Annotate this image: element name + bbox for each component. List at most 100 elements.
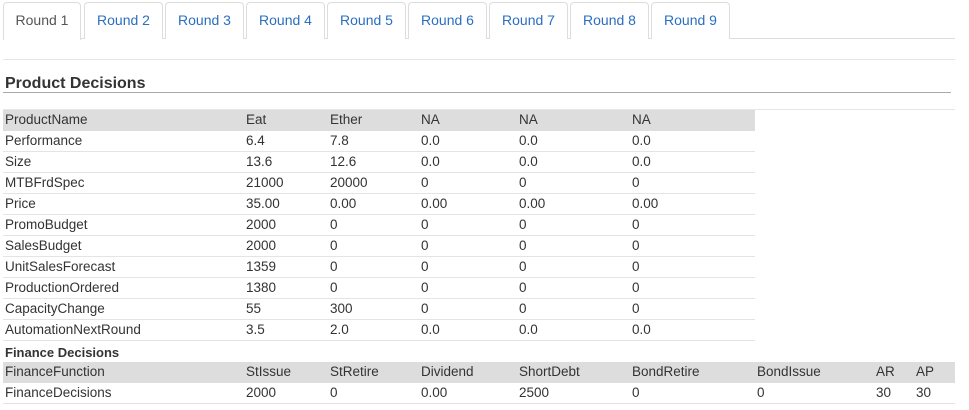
table-cell: 3.5 [246,322,265,337]
column-header: BondRetire [632,364,700,379]
column-header: NA [519,112,538,127]
column-header: NA [421,112,440,127]
table-cell: 0 [632,238,640,253]
row-label: FinanceDecisions [5,385,112,400]
table-cell: 2000 [246,217,277,232]
table-cell: 0.0 [421,322,440,337]
column-header: ProductName [5,112,88,127]
table-cell: 1359 [246,259,277,274]
table-row: CapacityChange 55 300 0 0 0 [3,299,755,320]
table-row: MTBFrdSpec 21000 20000 0 0 0 [3,173,755,194]
table-row: Price 35.00 0.00 0.00 0.00 0.00 [3,194,755,215]
table-cell: 0 [519,238,527,253]
table-cell: 0 [632,217,640,232]
column-header: FinanceFunction [5,364,105,379]
product-decisions-title: Product Decisions [5,75,146,92]
tab-round-5[interactable]: Round 5 [327,2,406,39]
row-label: SalesBudget [5,238,82,253]
finance-header-row: FinanceFunction StIssue StRetire Dividend Sh… [3,362,955,383]
table-cell: 0 [632,259,640,274]
table-row: SalesBudget 2000 0 0 0 0 [3,236,755,257]
table-cell: 0 [421,217,429,232]
table-cell: 0 [421,175,429,190]
row-label: Size [5,154,32,169]
table-cell: 0 [632,385,640,400]
table-row: AutomationNextRound 3.5 2.0 0.0 0.0 0.0 [3,320,755,341]
column-header: Eat [246,112,267,127]
table-cell: 6.4 [246,133,265,148]
table-row: UnitSalesForecast 1359 0 0 0 0 [3,257,755,278]
table-cell: 0 [519,175,527,190]
table-cell: 300 [330,301,353,316]
tab-round-1[interactable]: Round 1 [3,2,81,41]
column-header: StRetire [330,364,379,379]
tab-round-7[interactable]: Round 7 [489,2,568,39]
column-header: BondIssue [757,364,821,379]
table-cell: 13.6 [246,154,273,169]
table-cell: 2500 [519,385,550,400]
tab-round-8[interactable]: Round 8 [570,2,649,39]
table-cell: 0 [632,301,640,316]
table-cell: 0.00 [330,196,357,211]
table-row: ProductionOrdered 1380 0 0 0 0 [3,278,755,299]
table-cell: 0 [757,385,765,400]
column-header: AP [916,364,935,379]
column-header: ShortDebt [519,364,580,379]
table-cell: 1380 [246,280,277,295]
table-cell: 0 [519,280,527,295]
row-label: Performance [5,133,83,148]
row-label: AutomationNextRound [5,322,141,337]
table-cell: 12.6 [330,154,357,169]
row-label: ProductionOrdered [5,280,120,295]
table-cell: 7.8 [330,133,349,148]
table-cell: 0.0 [632,133,651,148]
title-underline [3,92,951,93]
table-cell: 0 [330,385,338,400]
column-header: StIssue [246,364,292,379]
table-cell: 0 [632,175,640,190]
table-cell: 20000 [330,175,368,190]
column-header: Ether [330,112,363,127]
column-header: AR [876,364,895,379]
table-cell: 30 [876,385,892,400]
table-cell: 0.00 [632,196,659,211]
table-cell: 55 [246,301,262,316]
table-cell: 0.0 [421,133,440,148]
table-cell: 0.0 [421,154,440,169]
table-cell: 0 [519,259,527,274]
tab-round-9[interactable]: Round 9 [651,2,730,39]
tab-round-2[interactable]: Round 2 [84,2,163,39]
table-row: Performance 6.4 7.8 0.0 0.0 0.0 [3,131,755,152]
product-header-row: ProductName Eat Ether NA NA NA [3,110,755,131]
table-cell: 0.0 [519,154,538,169]
table-cell: 0.0 [632,154,651,169]
table-cell: 0.0 [519,322,538,337]
table-cell: 0 [421,301,429,316]
tab-round-3[interactable]: Round 3 [165,2,244,39]
table-cell: 30 [916,385,932,400]
table-row: Size 13.6 12.6 0.0 0.0 0.0 [3,152,755,173]
table-cell: 2.0 [330,322,349,337]
table-cell: 21000 [246,175,284,190]
table-cell: 0.00 [519,196,546,211]
row-label: CapacityChange [5,301,105,316]
table-cell: 0.0 [632,322,651,337]
table-cell: 0 [330,259,338,274]
table-cell: 2000 [246,385,277,400]
tab-round-6[interactable]: Round 6 [408,2,487,39]
round-tabs: Round 1 Round 2 Round 3 Round 4 Round 5 … [3,0,955,41]
table-cell: 0 [632,280,640,295]
table-cell: 0 [421,259,429,274]
row-label: Price [5,196,36,211]
tab-round-4[interactable]: Round 4 [246,2,325,39]
table-cell: 35.00 [246,196,280,211]
column-header: NA [632,112,651,127]
table-cell: 0 [421,238,429,253]
finance-decisions-title: Finance Decisions [5,345,120,360]
table-cell: 0 [330,238,338,253]
table-cell: 0 [519,301,527,316]
table-cell: 0.00 [421,196,448,211]
table-cell: 0.0 [519,133,538,148]
table-cell: 2000 [246,238,277,253]
content-divider [3,59,955,60]
